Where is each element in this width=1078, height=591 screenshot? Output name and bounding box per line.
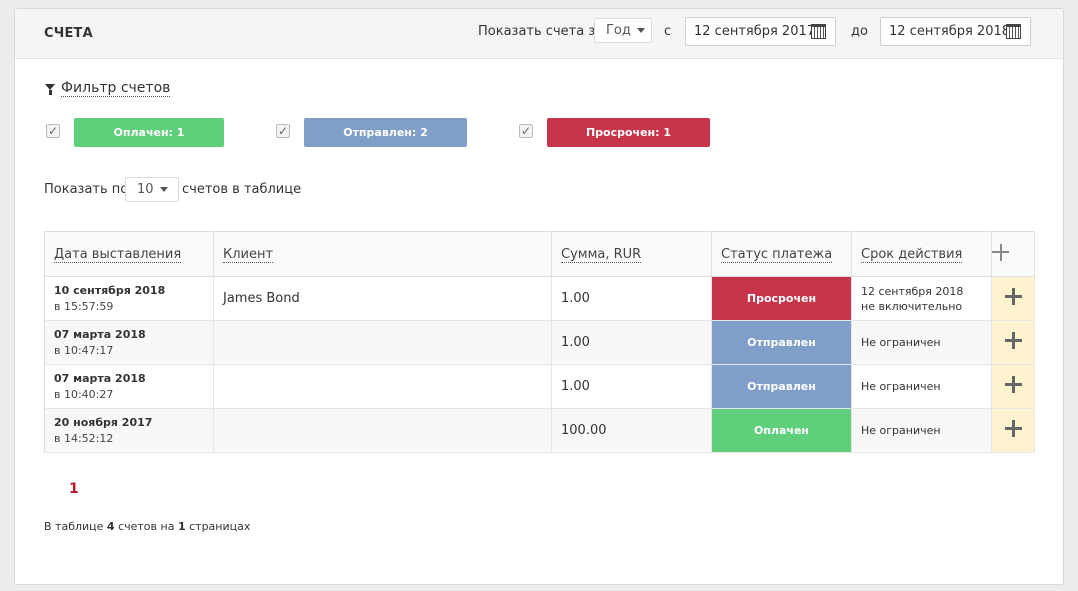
filter-sent-button[interactable]: Отправлен: 2	[304, 118, 467, 147]
client-cell	[213, 320, 552, 365]
validity-text: 12 сентября 2018	[861, 284, 964, 298]
invoice-time: в 14:52:12	[54, 432, 114, 445]
status-badge: Отправлен	[712, 321, 851, 364]
status-badge: Оплачен	[712, 409, 851, 452]
period-select-value: Год	[606, 23, 631, 38]
table-row[interactable]: 07 марта 2018 в 10:47:17 1.00 Отправлен Н…	[44, 320, 1035, 365]
panel-header: СЧЕТА Показать счета за: Год с 12 сентяб…	[15, 9, 1063, 59]
table-row[interactable]: 10 сентября 2018 в 15:57:59 James Bond 1.…	[44, 276, 1035, 321]
column-client[interactable]: Клиент	[213, 231, 552, 277]
chevron-down-icon	[159, 187, 168, 192]
period-select[interactable]: Год	[594, 18, 652, 43]
plus-icon	[1004, 332, 1022, 349]
invoices-table: Дата выставления Клиент Сумма, RUR Стату…	[44, 231, 1035, 453]
invoice-date: 20 ноября 2017	[54, 416, 153, 429]
sum-cell: 1.00	[551, 364, 712, 409]
invoice-time: в 10:40:27	[54, 388, 114, 401]
filter-overdue-button[interactable]: Просрочен: 1	[547, 118, 710, 147]
invoices-panel: СЧЕТА Показать счета за: Год с 12 сентяб…	[14, 8, 1064, 585]
invoice-time: в 15:57:59	[54, 300, 114, 313]
plus-icon	[1004, 420, 1022, 437]
calendar-icon[interactable]	[1006, 24, 1021, 39]
plus-icon	[992, 243, 1009, 261]
row-add-button[interactable]	[991, 276, 1035, 321]
table-row[interactable]: 07 марта 2018 в 10:40:27 1.00 Отправлен Н…	[44, 364, 1035, 409]
client-cell: James Bond	[213, 276, 552, 321]
sum-cell: 1.00	[551, 320, 712, 365]
to-date-value: 12 сентября 2018	[889, 24, 1011, 39]
to-label: до	[851, 24, 868, 39]
row-add-button[interactable]	[991, 408, 1035, 453]
status-badge: Отправлен	[712, 365, 851, 408]
per-page-value: 10	[137, 182, 154, 197]
page-title: СЧЕТА	[44, 26, 93, 41]
table-summary: В таблице 4 счетов на 1 страницах	[44, 520, 251, 533]
filter-paid-button[interactable]: Оплачен: 1	[74, 118, 224, 147]
sum-cell: 1.00	[551, 276, 712, 321]
filter-paid-checkbox[interactable]: ✓	[46, 124, 60, 138]
plus-icon	[1004, 288, 1022, 305]
status-badge: Просрочен	[712, 277, 851, 320]
from-date-field[interactable]: 12 сентября 2017	[685, 17, 836, 46]
validity-note: не включительно	[861, 299, 963, 313]
to-date-field[interactable]: 12 сентября 2018	[880, 17, 1031, 46]
period-label: Показать счета за:	[478, 24, 608, 39]
filter-sent-checkbox[interactable]: ✓	[276, 124, 290, 138]
invoice-date: 07 марта 2018	[54, 372, 146, 385]
calendar-icon[interactable]	[811, 24, 826, 39]
column-sum[interactable]: Сумма, RUR	[551, 231, 712, 277]
sum-cell: 100.00	[551, 408, 712, 453]
filter-icon	[45, 84, 55, 95]
client-cell	[213, 408, 552, 453]
chevron-down-icon	[636, 28, 645, 33]
client-cell	[213, 364, 552, 409]
pagination-page-link[interactable]: 1	[69, 481, 79, 497]
validity-text: Не ограничен	[861, 336, 941, 349]
from-label: с	[664, 24, 672, 39]
filter-toggle-label: Фильтр счетов	[61, 80, 171, 97]
row-add-button[interactable]	[991, 364, 1035, 409]
column-date[interactable]: Дата выставления	[44, 231, 214, 277]
invoice-date: 07 марта 2018	[54, 328, 146, 341]
column-status[interactable]: Статус платежа	[711, 231, 852, 277]
column-validity[interactable]: Срок действия	[851, 231, 992, 277]
add-column-button[interactable]	[991, 231, 1035, 277]
table-row[interactable]: 20 ноября 2017 в 14:52:12 100.00 Оплачен …	[44, 408, 1035, 453]
from-date-value: 12 сентября 2017	[694, 24, 816, 39]
invoice-time: в 10:47:17	[54, 344, 114, 357]
row-add-button[interactable]	[991, 320, 1035, 365]
invoice-date: 10 сентября 2018	[54, 284, 166, 297]
validity-text: Не ограничен	[861, 424, 941, 437]
filter-overdue-checkbox[interactable]: ✓	[519, 124, 533, 138]
per-page-prefix: Показать по:	[44, 182, 133, 197]
validity-text: Не ограничен	[861, 380, 941, 393]
plus-icon	[1004, 376, 1022, 393]
per-page-select[interactable]: 10	[125, 177, 179, 202]
per-page-suffix: счетов в таблице	[182, 182, 302, 197]
filter-toggle[interactable]: Фильтр счетов	[45, 80, 171, 97]
